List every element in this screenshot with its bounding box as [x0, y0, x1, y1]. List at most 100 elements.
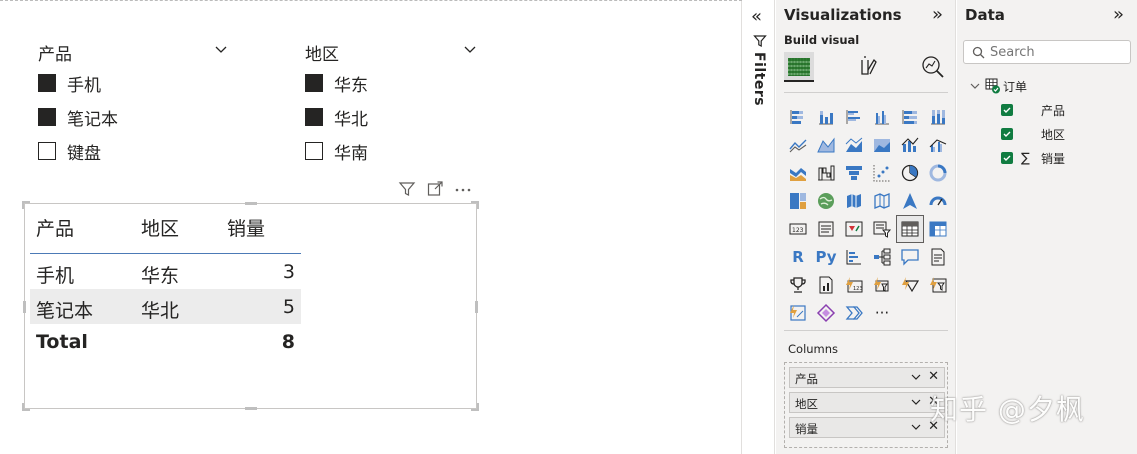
100-stacked-column-chart-icon[interactable] [924, 103, 952, 131]
expand-icon[interactable]: » [932, 4, 943, 25]
column-header[interactable]: 产品 [36, 214, 74, 241]
expand-icon[interactable]: » [1113, 4, 1124, 25]
resize-handle[interactable] [477, 201, 479, 209]
resize-handle[interactable] [23, 301, 26, 313]
python-visual-icon[interactable]: Py [812, 243, 840, 271]
checkbox-checked[interactable] [305, 74, 323, 92]
filters-pane-collapsed[interactable]: « Filters [743, 0, 775, 454]
waterfall-chart-icon[interactable] [812, 159, 840, 187]
more-visuals-icon[interactable]: ··· [868, 299, 896, 327]
slicer-item[interactable]: 笔记本 [38, 100, 228, 134]
donut-chart-icon[interactable] [924, 159, 952, 187]
chevron-down-icon[interactable] [463, 42, 477, 56]
stacked-column-chart-icon[interactable] [812, 103, 840, 131]
stacked-bar-chart-icon[interactable] [784, 103, 812, 131]
report-canvas[interactable]: 产品 手机 笔记本 键盘 地区 华东 华北 华南 产品 地区 销量 手机 华东 … [0, 0, 742, 454]
checkbox-checked[interactable] [1001, 128, 1013, 140]
field-item[interactable]: 产品 [1001, 100, 1065, 120]
tree-table-node[interactable]: 订单 [969, 76, 1027, 96]
chevron-down-icon[interactable] [910, 421, 922, 433]
column-header[interactable]: 地区 [141, 214, 179, 241]
resize-handle[interactable] [477, 403, 479, 411]
slicer-product[interactable]: 产品 手机 笔记本 键盘 [38, 30, 228, 168]
line-chart-icon[interactable] [784, 131, 812, 159]
search-input[interactable] [990, 43, 1126, 61]
clustered-column-chart-icon[interactable] [868, 103, 896, 131]
trophy-icon[interactable] [784, 271, 812, 299]
chevron-down-icon[interactable] [969, 80, 981, 92]
checkbox-checked[interactable] [1001, 104, 1013, 116]
stacked-area-chart-icon[interactable] [840, 131, 868, 159]
format-visual-tab[interactable] [852, 52, 882, 82]
filters-label[interactable]: Filters [751, 52, 767, 106]
chevron-down-icon[interactable] [910, 371, 922, 383]
multi-row-card-icon[interactable] [812, 215, 840, 243]
resize-handle[interactable] [245, 202, 257, 205]
slicer-item[interactable]: 手机 [38, 66, 228, 100]
slicer-item[interactable]: 华东 [305, 66, 477, 100]
kpi-icon[interactable] [840, 215, 868, 243]
100-stacked-area-chart-icon[interactable] [868, 131, 896, 159]
collapse-icon[interactable]: « [751, 6, 762, 27]
resize-handle[interactable] [475, 301, 478, 313]
power-automate-flow-icon[interactable] [924, 271, 952, 299]
filled-map-icon[interactable] [840, 187, 868, 215]
build-visual-tab[interactable] [784, 52, 814, 82]
checkbox-checked[interactable] [38, 74, 56, 92]
table-icon[interactable] [896, 215, 924, 243]
checkbox-checked[interactable] [305, 108, 323, 126]
paginated-report-icon[interactable] [812, 271, 840, 299]
filter-icon[interactable] [398, 180, 416, 198]
ribbon-chart-icon[interactable] [784, 159, 812, 187]
column-header[interactable]: 销量 [227, 214, 265, 241]
100-stacked-bar-chart-icon[interactable] [896, 103, 924, 131]
slicer-item[interactable]: 华南 [305, 134, 477, 168]
more-options-icon[interactable] [454, 180, 472, 198]
chevron-down-icon[interactable] [910, 396, 922, 408]
decomposition-tree-icon[interactable] [868, 243, 896, 271]
checkbox-checked[interactable] [1001, 152, 1013, 164]
smart-narrative-icon[interactable] [924, 243, 952, 271]
resize-handle[interactable] [245, 407, 257, 410]
clustered-bar-chart-icon[interactable] [840, 103, 868, 131]
pie-chart-icon[interactable] [896, 159, 924, 187]
azure-map-icon[interactable] [896, 187, 924, 215]
table-row[interactable]: 笔记本 华北 5 [30, 289, 301, 324]
funnel-chart-icon[interactable] [840, 159, 868, 187]
slicer-region[interactable]: 地区 华东 华北 华南 [305, 30, 477, 168]
card-icon[interactable]: 123 [784, 215, 812, 243]
gauge-icon[interactable] [924, 187, 952, 215]
resize-handle[interactable] [22, 201, 24, 209]
checkbox-unchecked[interactable] [305, 142, 323, 160]
dataflow-icon[interactable] [784, 299, 812, 327]
analytics-tab[interactable] [918, 52, 948, 82]
close-icon[interactable]: ✕ [928, 369, 939, 384]
slicer-icon[interactable] [868, 215, 896, 243]
line-and-clustered-column-chart-icon[interactable] [924, 131, 952, 159]
field-pill[interactable]: 销量 ✕ [789, 417, 945, 438]
power-apps-icon[interactable] [868, 271, 896, 299]
shape-map-icon[interactable] [868, 187, 896, 215]
slicer-item[interactable]: 华北 [305, 100, 477, 134]
matrix-icon[interactable] [924, 215, 952, 243]
qna-icon[interactable] [896, 243, 924, 271]
resize-handle[interactable] [22, 403, 24, 411]
focus-mode-icon[interactable] [426, 180, 444, 198]
field-item[interactable]: 地区 [1001, 124, 1065, 144]
area-chart-icon[interactable] [812, 131, 840, 159]
power-automate-chevron-icon[interactable] [840, 299, 868, 327]
chevron-down-icon[interactable] [214, 42, 228, 56]
field-pill[interactable]: 产品 ✕ [789, 367, 945, 388]
checkbox-checked[interactable] [38, 108, 56, 126]
power-automate-icon[interactable] [896, 271, 924, 299]
treemap-icon[interactable] [784, 187, 812, 215]
checkbox-unchecked[interactable] [38, 142, 56, 160]
search-box[interactable] [963, 40, 1131, 64]
slicer-item[interactable]: 键盘 [38, 134, 228, 168]
scatter-chart-icon[interactable] [868, 159, 896, 187]
field-item[interactable]: ∑ 销量 [1001, 148, 1065, 168]
columns-well[interactable]: 产品 ✕ 地区 ✕ 销量 ✕ [784, 362, 948, 448]
line-and-stacked-column-chart-icon[interactable] [896, 131, 924, 159]
r-visual-icon[interactable]: R [784, 243, 812, 271]
table-row[interactable]: 手机 华东 3 [30, 254, 301, 289]
